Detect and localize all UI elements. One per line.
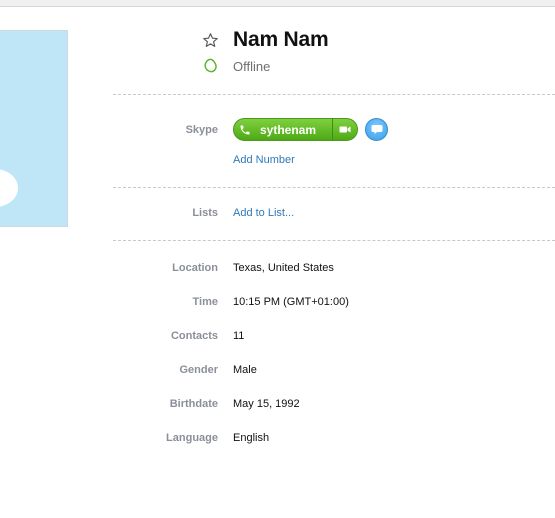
star-icon[interactable] <box>202 32 219 49</box>
window-top-edge <box>0 0 555 7</box>
time-value: 10:15 PM (GMT+01:00) <box>233 296 349 308</box>
contact-name: Nam Nam <box>233 28 329 51</box>
divider <box>113 187 555 188</box>
gender-label: Gender <box>179 364 218 376</box>
skype-username: sythenam <box>260 122 317 137</box>
language-value: English <box>233 432 270 444</box>
profile-picture <box>0 30 68 227</box>
birthdate-value: May 15, 1992 <box>233 398 300 410</box>
lists-label: Lists <box>192 207 218 219</box>
call-button[interactable]: sythenam <box>233 118 358 141</box>
phone-icon <box>234 124 256 136</box>
status-offline-icon <box>204 58 217 73</box>
contacts-label: Contacts <box>170 330 218 342</box>
skype-label: Skype <box>185 124 218 136</box>
time-label: Time <box>192 296 218 308</box>
contacts-value: 11 <box>233 330 245 342</box>
video-icon[interactable] <box>333 125 357 134</box>
add-to-list-link[interactable]: Add to List... <box>233 207 294 219</box>
gender-value: Male <box>233 364 257 376</box>
add-number-link[interactable]: Add Number <box>233 154 295 166</box>
avatar-silhouette <box>0 169 18 207</box>
location-value: Texas, United States <box>233 262 334 274</box>
birthdate-label: Birthdate <box>169 398 218 410</box>
status-text: Offline <box>233 59 271 74</box>
divider <box>113 94 555 95</box>
divider <box>113 240 555 241</box>
location-label: Location <box>172 262 218 274</box>
language-label: Language <box>166 432 218 444</box>
chat-icon[interactable] <box>365 118 388 141</box>
